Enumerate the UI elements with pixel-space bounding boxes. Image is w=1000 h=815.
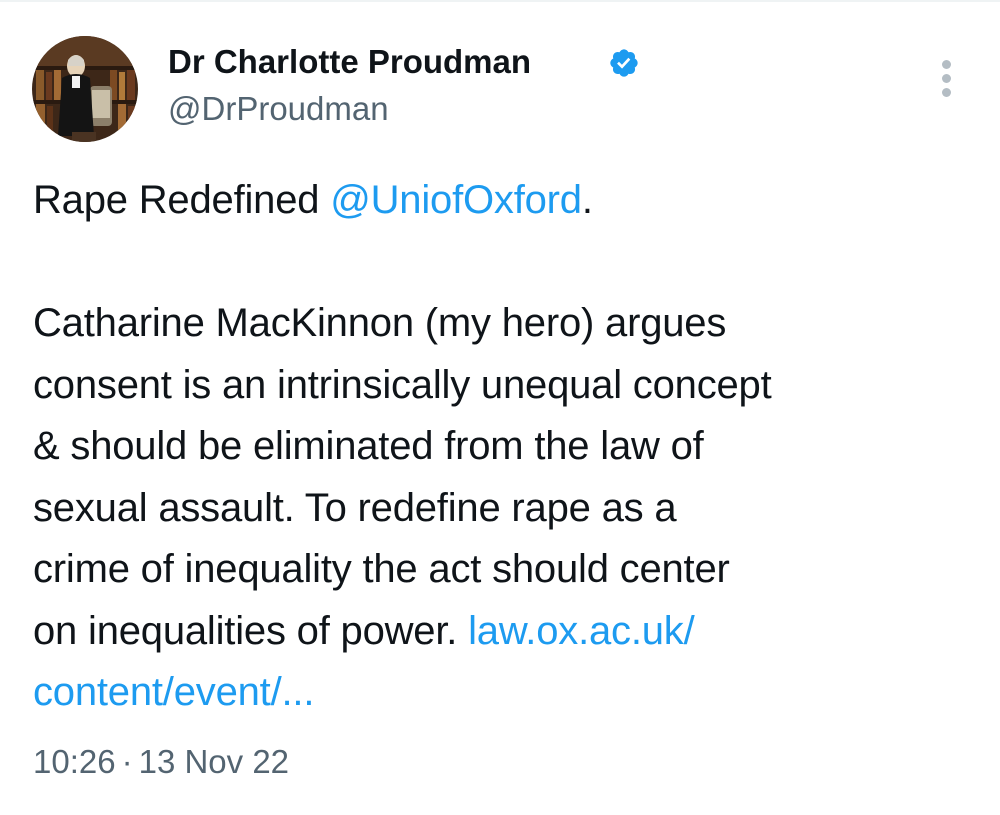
tweet-date: 13 Nov 22 — [138, 743, 290, 780]
url-link-continued[interactable]: content/event/... — [33, 670, 314, 714]
tweet-line: content/event/... — [33, 662, 983, 724]
tweet-line: Rape Redefined @UniofOxford. — [33, 170, 983, 232]
tweet-line-text: Rape Redefined — [33, 178, 331, 222]
url-link[interactable]: law.ox.ac.uk/ — [468, 609, 695, 653]
tweet-line: Catharine MacKinnon (my hero) argues — [33, 301, 727, 345]
tweet-time: 10:26 — [33, 743, 116, 780]
more-options-icon[interactable] — [938, 60, 954, 100]
profile-photo-icon — [32, 36, 138, 142]
tweet-timestamp[interactable]: 10:26 · 13 Nov 22 — [33, 740, 289, 784]
verified-badge-icon — [610, 49, 638, 77]
tweet-line-text: on inequalities of power. — [33, 608, 469, 653]
author-handle[interactable]: @DrProudman — [168, 89, 389, 129]
tweet-line: & should be eliminated from the law of — [33, 424, 704, 468]
avatar[interactable] — [32, 36, 138, 142]
tweet-line: consent is an intrinsically unequal conc… — [33, 362, 772, 407]
tweet-line: sexual assault. To redefine rape as a — [33, 485, 677, 530]
tweet-text: Rape Redefined @UniofOxford. Catharine M… — [33, 170, 983, 724]
mention-link[interactable]: @UniofOxford — [330, 178, 582, 222]
tweet-line: on inequalities of power. law.ox.ac.uk/ — [33, 601, 983, 663]
top-divider — [0, 0, 1000, 2]
tweet-line: crime of inequality the act should cente… — [33, 547, 730, 591]
author-name[interactable]: Dr Charlotte Proudman — [168, 42, 531, 82]
tweet-line-end: . — [581, 178, 593, 222]
meta-separator: · — [121, 743, 133, 780]
